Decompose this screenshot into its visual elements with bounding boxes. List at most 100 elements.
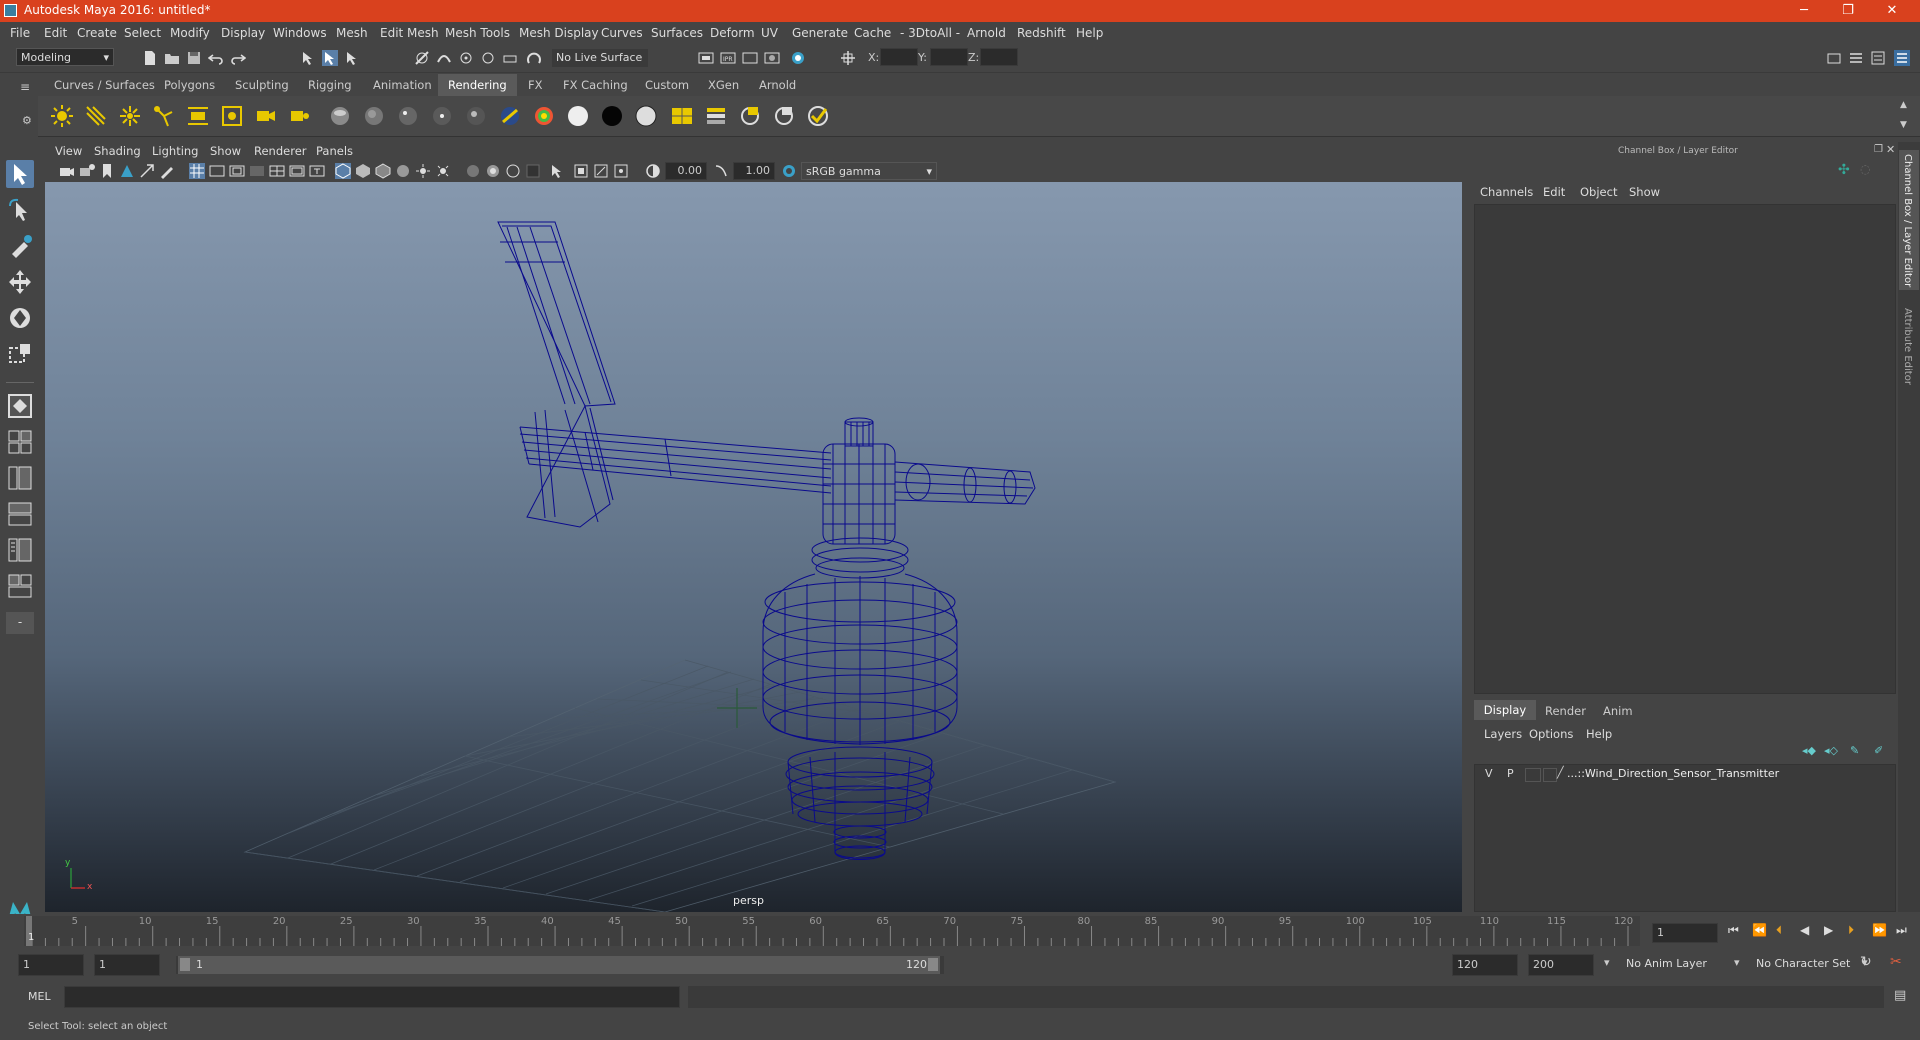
viewport-menu-view[interactable]: View <box>55 144 82 158</box>
go-to-start-icon[interactable]: ⏮ <box>1728 923 1739 938</box>
z-coord-field[interactable] <box>980 48 1018 66</box>
maximize-button[interactable]: ❐ <box>1826 0 1870 22</box>
shelf-scroll-up-icon[interactable]: ▲ <box>1900 100 1907 110</box>
tab-xgen[interactable]: XGen <box>708 78 739 92</box>
tab-custom[interactable]: Custom <box>645 78 689 92</box>
play-forwards-icon[interactable]: ▶ <box>1824 923 1833 937</box>
single-perspective-layout-icon[interactable] <box>6 392 34 420</box>
channels-menu[interactable]: Channels <box>1480 185 1533 199</box>
menu-deform[interactable]: Deform <box>710 26 755 40</box>
tab-fx[interactable]: FX <box>528 78 543 92</box>
make-live-icon[interactable] <box>526 50 542 66</box>
phong-e-material-icon[interactable] <box>430 104 454 128</box>
use-background-icon[interactable] <box>634 104 658 128</box>
render-diagnostics-icon[interactable] <box>806 104 830 128</box>
current-frame-field[interactable]: 1 <box>1652 923 1718 943</box>
shelf-scroll-down-icon[interactable]: ▼ <box>1900 120 1907 130</box>
field-chart-icon[interactable] <box>269 163 285 179</box>
channel-edit-menu[interactable]: Edit <box>1543 185 1565 199</box>
depth-of-field-icon[interactable] <box>525 163 541 179</box>
select-object-icon[interactable] <box>322 50 338 66</box>
film-gate-icon[interactable] <box>209 163 225 179</box>
anti-aliasing-icon[interactable] <box>505 163 521 179</box>
select-camera-icon[interactable] <box>59 163 75 179</box>
minimize-button[interactable]: ─ <box>1782 0 1826 22</box>
viewport-menu-lighting[interactable]: Lighting <box>152 144 198 158</box>
ipr-render-icon[interactable]: IPR <box>720 50 736 66</box>
new-empty-layer-icon[interactable]: ✎ <box>1850 744 1859 757</box>
surface-shader-white-icon[interactable] <box>566 104 590 128</box>
tab-render[interactable]: Render <box>1545 704 1586 718</box>
tab-curves-surfaces[interactable]: Curves / Surfaces <box>54 78 155 92</box>
directional-light-icon[interactable] <box>84 104 108 128</box>
animation-end-field[interactable]: 200 <box>1528 954 1594 976</box>
gamma-icon[interactable] <box>713 163 729 179</box>
step-forward-key-icon[interactable]: ⏩ <box>1872 923 1887 937</box>
chevron-down-icon[interactable]: ▾ <box>1604 956 1610 969</box>
menu-help[interactable]: Help <box>1076 26 1103 40</box>
layer-row[interactable]: V P ╱ ...::Wind_Direction_Sensor_Transmi… <box>1475 765 1895 783</box>
snap-curve-icon[interactable] <box>436 50 452 66</box>
float-panel-icon[interactable]: ❐ <box>1874 144 1883 155</box>
rotate-tool-icon[interactable] <box>6 304 34 332</box>
layer-options-menu[interactable]: Options <box>1529 727 1573 741</box>
point-light-icon[interactable] <box>118 104 142 128</box>
command-input[interactable] <box>64 986 680 1008</box>
playback-end-field[interactable]: 120 <box>1452 954 1518 976</box>
menu-mesh-display[interactable]: Mesh Display <box>519 26 599 40</box>
menu-windows[interactable]: Windows <box>273 26 327 40</box>
menu-3dtoall[interactable]: - 3DtoAll - <box>900 26 960 40</box>
step-forward-frame-icon[interactable]: ⏵ <box>1848 923 1854 938</box>
safe-title-icon[interactable] <box>309 163 325 179</box>
color-management-icon[interactable] <box>781 163 797 179</box>
tab-rendering[interactable]: Rendering <box>438 74 517 96</box>
open-scene-icon[interactable] <box>164 50 180 66</box>
render-settings-icon[interactable] <box>742 50 758 66</box>
grease-pencil-icon[interactable] <box>159 163 175 179</box>
camera-icon[interactable] <box>254 104 278 128</box>
wireframe-shading-icon[interactable] <box>335 163 351 179</box>
channel-show-menu[interactable]: Show <box>1629 185 1660 199</box>
persp-graph-layout-icon[interactable] <box>6 500 34 528</box>
scene-view[interactable] <box>45 182 1462 912</box>
lock-icon[interactable]: ◌ <box>1860 162 1870 176</box>
render-pass-icon[interactable] <box>738 104 762 128</box>
time-slider[interactable]: 1 5 10 15 20 25 30 35 40 45 50 55 60 65 70 75 80 85 90 95 1… <box>0 914 1920 948</box>
time-slider-track[interactable] <box>24 916 1640 946</box>
playback-start-field[interactable]: 1 <box>94 954 160 976</box>
shelf-menu-icon[interactable]: ≡ <box>20 80 30 94</box>
menu-redshift[interactable]: Redshift <box>1017 26 1066 40</box>
menu-set-dropdown[interactable]: Modeling ▾ <box>16 48 114 66</box>
perspective-viewport[interactable]: y x persp <box>45 182 1462 912</box>
render-frame-icon[interactable] <box>698 50 714 66</box>
shadows-icon[interactable] <box>435 163 451 179</box>
new-layer-selected-icon[interactable]: ✐ <box>1874 744 1883 757</box>
channel-list[interactable] <box>1474 204 1896 694</box>
tab-rigging[interactable]: Rigging <box>308 78 352 92</box>
menu-cache[interactable]: Cache <box>854 26 891 40</box>
move-layer-down-icon[interactable]: ◂◇ <box>1824 744 1838 757</box>
2d-pan-zoom-icon[interactable] <box>139 163 155 179</box>
spot-light-icon[interactable] <box>152 104 176 128</box>
hypershade-icon[interactable] <box>764 50 780 66</box>
y-coord-field[interactable] <box>930 48 968 66</box>
save-scene-icon[interactable] <box>186 50 202 66</box>
move-tool-icon[interactable] <box>6 268 34 296</box>
select-tool-icon[interactable] <box>6 160 34 188</box>
area-light-icon[interactable] <box>186 104 210 128</box>
viewport-menu-show[interactable]: Show <box>210 144 241 158</box>
isolate-select-icon[interactable] <box>549 163 565 179</box>
move-layer-up-icon[interactable]: ◂◆ <box>1802 744 1816 757</box>
texture-icon[interactable] <box>670 104 694 128</box>
tab-fx-caching[interactable]: FX Caching <box>563 78 628 92</box>
custom-layout-button[interactable]: - <box>6 612 34 634</box>
animation-preferences-icon[interactable]: ✂ <box>1890 954 1902 970</box>
four-view-layout-icon[interactable] <box>6 428 34 456</box>
motion-blur-icon[interactable] <box>485 163 501 179</box>
step-back-key-icon[interactable]: ⏪ <box>1752 923 1767 937</box>
character-set-dropdown[interactable]: No Character Set <box>1752 954 1876 976</box>
batch-render-icon[interactable] <box>772 104 796 128</box>
menu-curves[interactable]: Curves <box>601 26 643 40</box>
tab-sculpting[interactable]: Sculpting <box>235 78 289 92</box>
layered-shader-icon[interactable] <box>498 104 522 128</box>
